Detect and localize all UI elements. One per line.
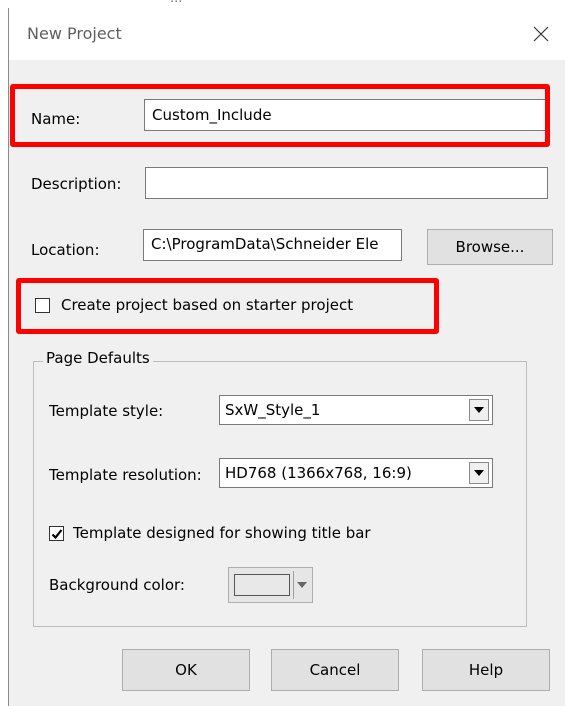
dialog-titlebar: New Project	[9, 8, 565, 60]
cancel-button-label: Cancel	[309, 661, 361, 679]
background-window-strip: ...	[0, 0, 565, 8]
dropdown-arrow-icon	[297, 582, 307, 588]
ok-button[interactable]: OK	[122, 649, 250, 691]
template-resolution-select[interactable]: HD768 (1366x768, 16:9)	[219, 458, 493, 488]
template-style-select[interactable]: SxW_Style_1	[219, 395, 493, 425]
picker-divider	[293, 571, 294, 599]
template-resolution-label: Template resolution:	[49, 466, 202, 484]
title-bar-label[interactable]: Template designed for showing title bar	[73, 524, 371, 542]
help-button-label: Help	[468, 661, 504, 679]
checkmark-icon	[51, 528, 62, 539]
chevron-down-icon[interactable]	[469, 399, 489, 421]
background-color-label: Background color:	[49, 576, 185, 594]
page-defaults-legend: Page Defaults	[43, 349, 153, 367]
name-highlight-box	[10, 84, 550, 147]
template-style-value: SxW_Style_1	[225, 401, 321, 419]
color-swatch	[234, 574, 290, 596]
help-button[interactable]: Help	[422, 649, 550, 691]
browse-button[interactable]: Browse...	[427, 229, 553, 265]
description-input[interactable]	[145, 167, 548, 199]
starter-highlight-box	[16, 278, 439, 334]
location-label: Location:	[31, 241, 100, 259]
dialog-title: New Project	[27, 24, 122, 43]
template-style-label: Template style:	[49, 402, 164, 420]
background-color-picker[interactable]	[228, 567, 313, 603]
ok-button-label: OK	[175, 661, 197, 679]
chevron-down-icon[interactable]	[469, 462, 489, 484]
browse-button-label: Browse...	[455, 238, 525, 256]
location-input[interactable]: C:\ProgramData\Schneider Ele	[143, 229, 402, 261]
title-bar-checkbox[interactable]	[49, 526, 64, 541]
description-label: Description:	[31, 175, 122, 193]
background-window-text: ...	[170, 0, 182, 6]
close-button[interactable]	[519, 16, 563, 52]
cancel-button[interactable]: Cancel	[271, 649, 399, 691]
close-icon	[533, 26, 549, 42]
template-resolution-value: HD768 (1366x768, 16:9)	[225, 464, 412, 482]
dialog-left-border	[8, 8, 9, 706]
